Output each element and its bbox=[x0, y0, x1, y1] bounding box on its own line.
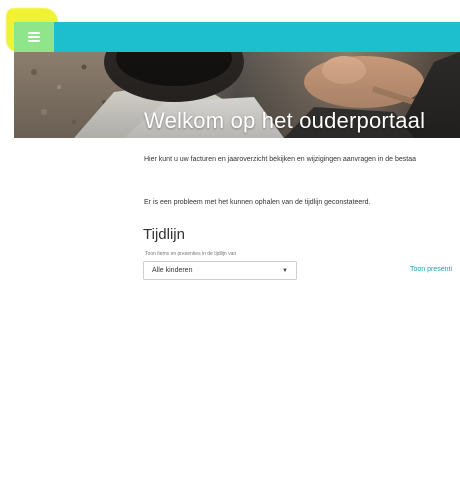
show-presence-link[interactable]: Toon presenti bbox=[410, 266, 452, 273]
children-select[interactable]: Alle kinderen ▼ bbox=[143, 261, 297, 280]
timeline-filter-label: Toon items en presenties in de tijdlijn … bbox=[145, 251, 237, 257]
menu-button[interactable] bbox=[14, 22, 54, 52]
intro-text: Hier kunt u uw facturen en jaaroverzicht… bbox=[144, 156, 416, 163]
page: Welkom op het ouderportaal Hier kunt u u… bbox=[0, 0, 460, 481]
top-bar bbox=[14, 22, 460, 52]
caret-down-icon: ▼ bbox=[282, 267, 288, 274]
error-message: Er is een probleem met het kunnen ophale… bbox=[144, 199, 371, 206]
timeline-title: Tijdlijn bbox=[143, 226, 185, 243]
hamburger-icon bbox=[28, 32, 40, 42]
hero-banner: Welkom op het ouderportaal bbox=[14, 52, 460, 138]
children-select-value: Alle kinderen bbox=[152, 267, 193, 274]
hero-title: Welkom op het ouderportaal bbox=[144, 108, 426, 133]
